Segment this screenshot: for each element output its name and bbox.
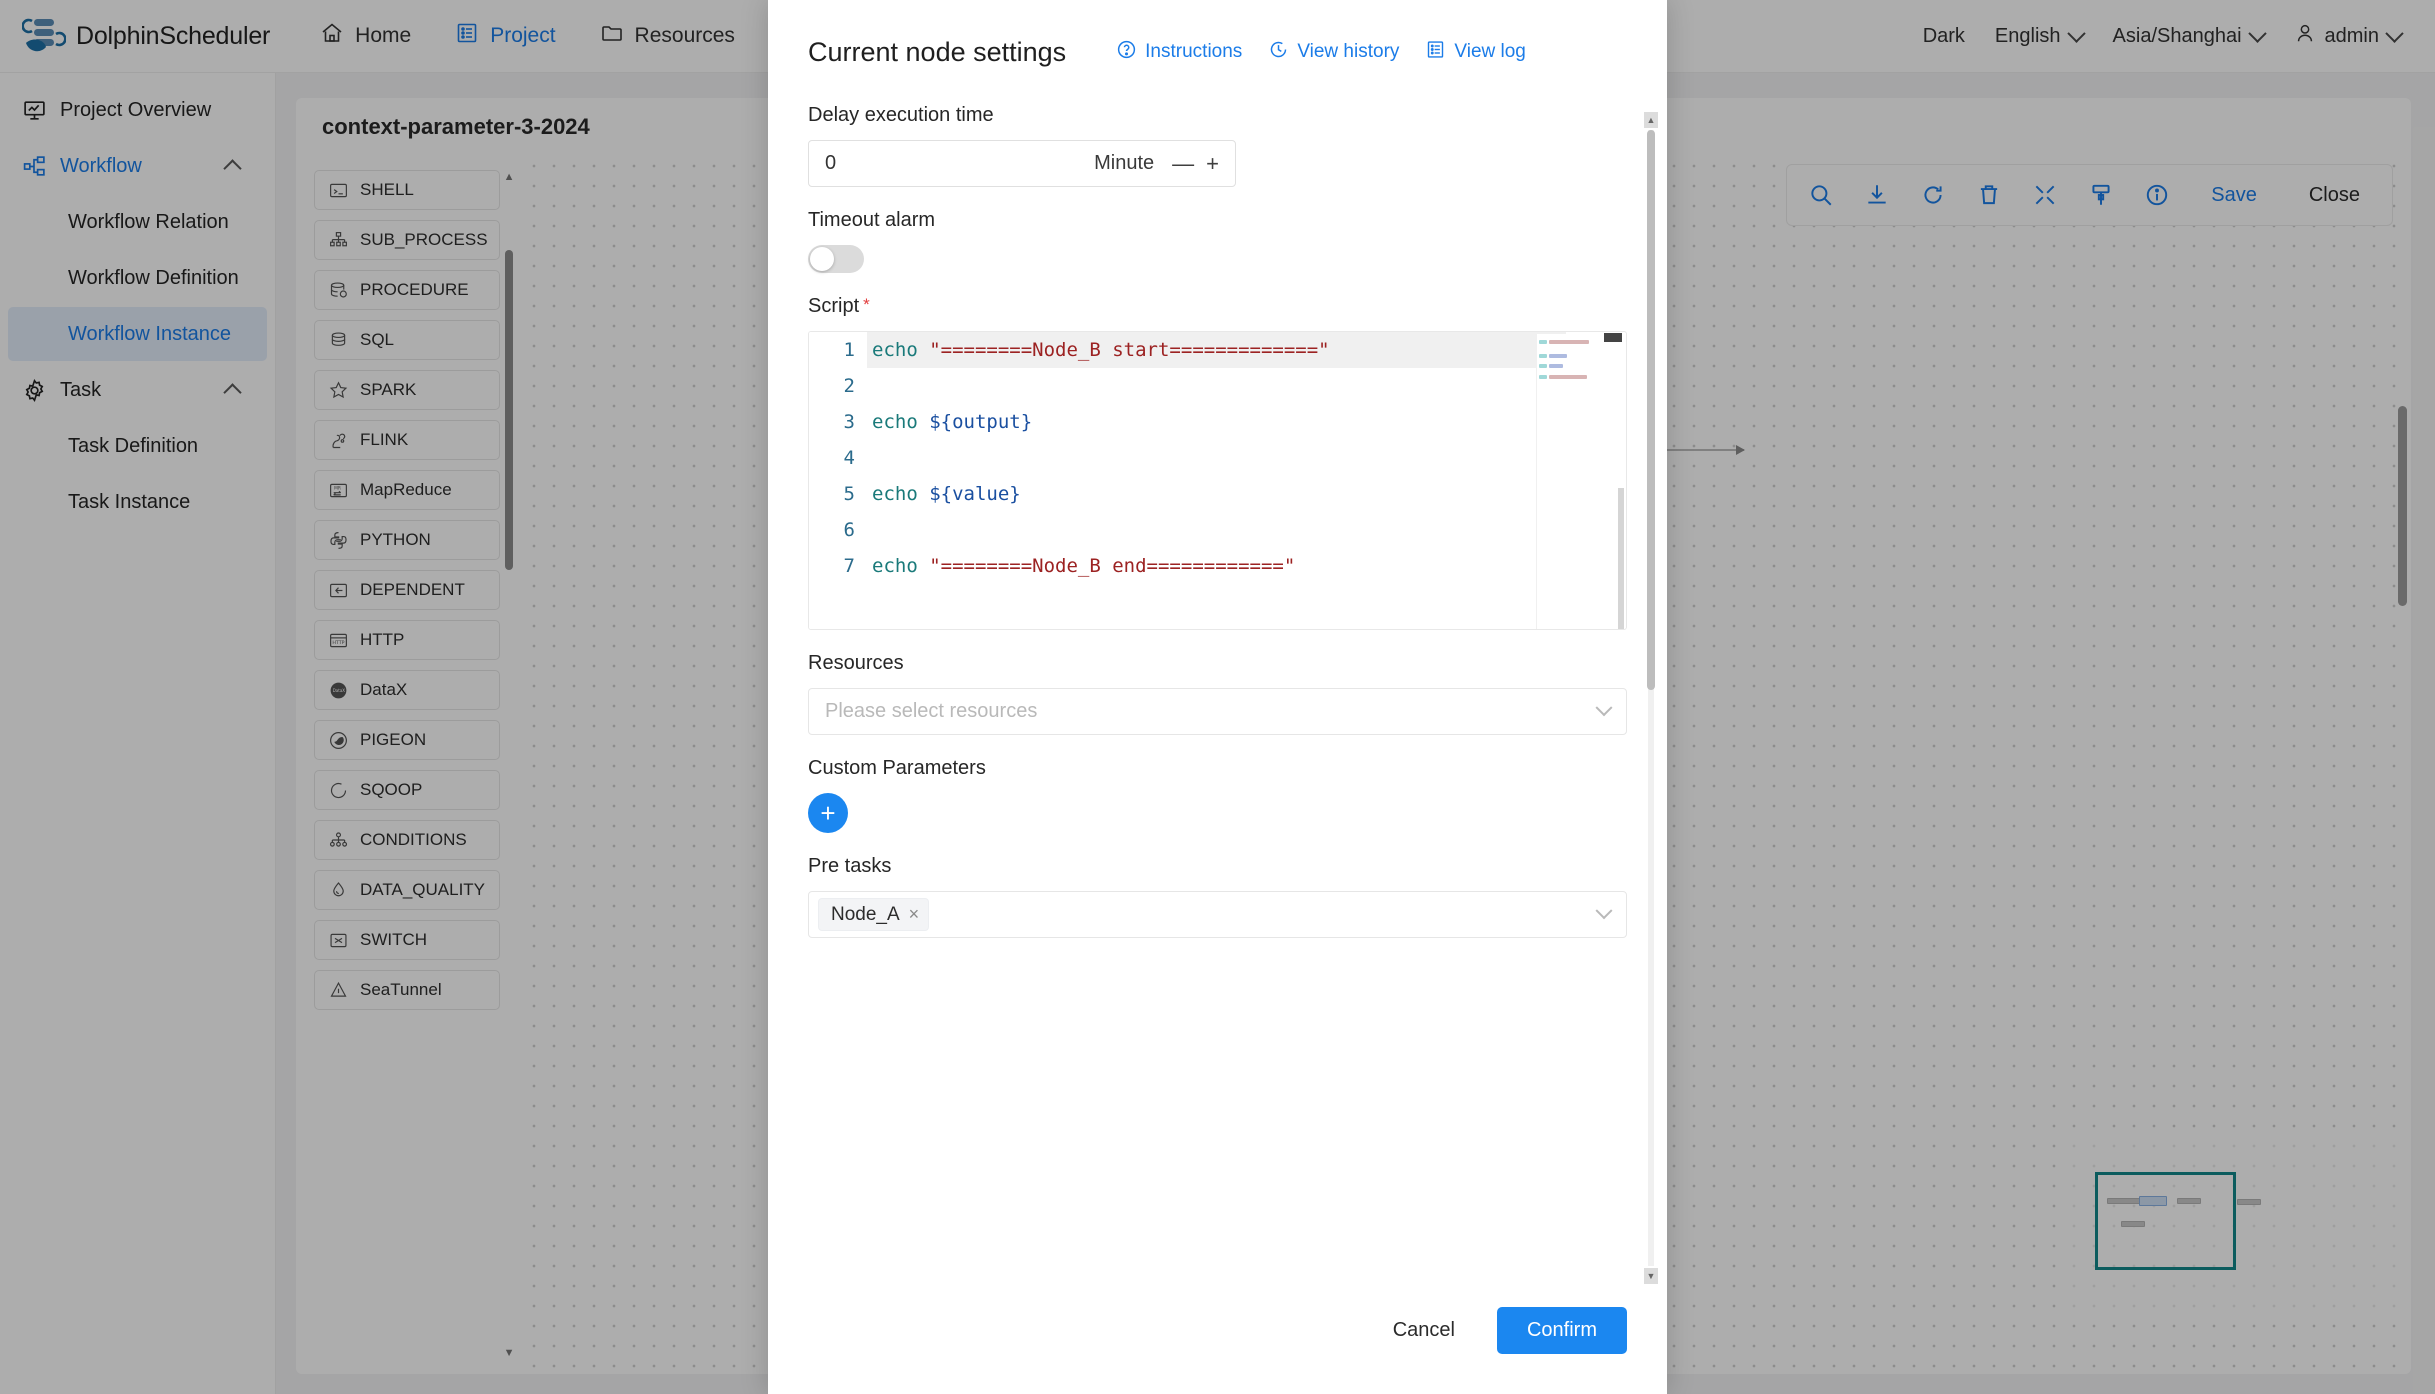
script-label-text: Script [808,295,860,317]
timeout-alarm-label: Timeout alarm [808,209,936,231]
resources-label: Resources [808,652,904,674]
minimap-line [1539,340,1547,344]
pre-tasks-select[interactable]: Node_A × [808,891,1627,938]
scroll-up-icon[interactable]: ▲ [1644,112,1658,128]
editor-line[interactable] [867,368,1566,404]
chevron-down-icon [1595,698,1613,716]
resources-select[interactable]: Please select resources [808,688,1627,735]
question-circle-icon [1116,39,1137,66]
clock-icon [1268,39,1289,66]
script-label: Script * [808,273,1627,318]
cancel-button[interactable]: Cancel [1375,1309,1473,1352]
modal-header: Current node settings Instructions View … [768,0,1667,104]
editor-line-number: 1 [843,339,855,361]
editor-line-number: 4 [843,447,855,469]
modal-body: Delay execution time 0 Minute — + Timeou… [768,104,1667,1290]
editor-vertical-scrollbar[interactable] [1600,332,1626,629]
pre-task-tag[interactable]: Node_A × [818,898,930,931]
editor-line-number: 5 [843,483,855,505]
editor-line[interactable]: echo ${output} [867,404,1566,440]
custom-parameters-label: Custom Parameters [808,757,986,779]
delay-increment-button[interactable]: + [1206,151,1219,177]
delay-unit-label: Minute [1094,152,1155,174]
editor-line-number: 3 [843,411,855,433]
editor-line[interactable]: echo "========Node_B end============" [867,548,1566,584]
delay-decrement-button[interactable]: — [1172,151,1194,177]
editor-code-area[interactable]: echo "========Node_B start============="… [867,332,1566,629]
required-marker: * [863,295,870,314]
log-icon [1425,39,1446,66]
view-log-link[interactable]: View log [1425,39,1526,66]
minimap-line [1549,340,1589,344]
editor-scroll-thumb[interactable] [1604,333,1622,342]
pre-tasks-label: Pre tasks [808,855,892,877]
editor-line[interactable]: echo ${value} [867,476,1566,512]
delay-value[interactable]: 0 [825,152,836,175]
editor-line-numbers: 1 2 3 4 5 6 7 [809,332,867,629]
resources-placeholder: Please select resources [825,700,1038,722]
minimap-line [1549,375,1587,379]
modal-footer: Cancel Confirm [768,1290,1667,1394]
current-node-settings-modal: Current node settings Instructions View … [768,0,1667,1394]
delay-execution-time-label: Delay execution time [808,104,994,126]
add-custom-parameter-button[interactable]: + [808,793,848,833]
editor-line[interactable]: echo "========Node_B start=============" [867,332,1566,368]
view-log-label: View log [1454,41,1526,62]
minimap-line [1549,354,1567,358]
close-icon[interactable]: × [909,904,920,925]
minimap-line [1539,364,1547,368]
script-editor[interactable]: 1 2 3 4 5 6 7 echo "========Node_B start======… [808,331,1627,630]
instructions-link[interactable]: Instructions [1116,39,1242,66]
modal-title: Current node settings [808,36,1067,67]
editor-line[interactable] [867,512,1566,548]
scroll-down-icon[interactable]: ▼ [1644,1268,1658,1284]
timeout-alarm-toggle[interactable] [808,245,864,273]
minimap-line [1539,354,1547,358]
confirm-button[interactable]: Confirm [1496,1306,1627,1354]
modal-scroll-thumb[interactable] [1647,130,1655,690]
instructions-label: Instructions [1145,41,1243,62]
view-history-link[interactable]: View history [1268,39,1399,66]
view-history-label: View history [1297,41,1400,62]
modal-scrollbar[interactable]: ▲ ▼ [1644,112,1658,1284]
pre-task-tag-label: Node_A [831,903,900,925]
editor-line-number: 6 [843,519,855,541]
editor-line-number: 7 [843,555,855,577]
editor-line[interactable] [867,440,1566,476]
toggle-knob [810,247,834,271]
minimap-line [1549,364,1563,368]
editor-line-number: 2 [843,375,855,397]
minimap-line [1539,375,1547,379]
editor-scroll-track[interactable] [1618,488,1624,629]
editor-minimap[interactable] [1536,334,1598,629]
chevron-down-icon [1595,901,1613,919]
delay-execution-time-input[interactable]: 0 Minute — + [808,140,1236,187]
